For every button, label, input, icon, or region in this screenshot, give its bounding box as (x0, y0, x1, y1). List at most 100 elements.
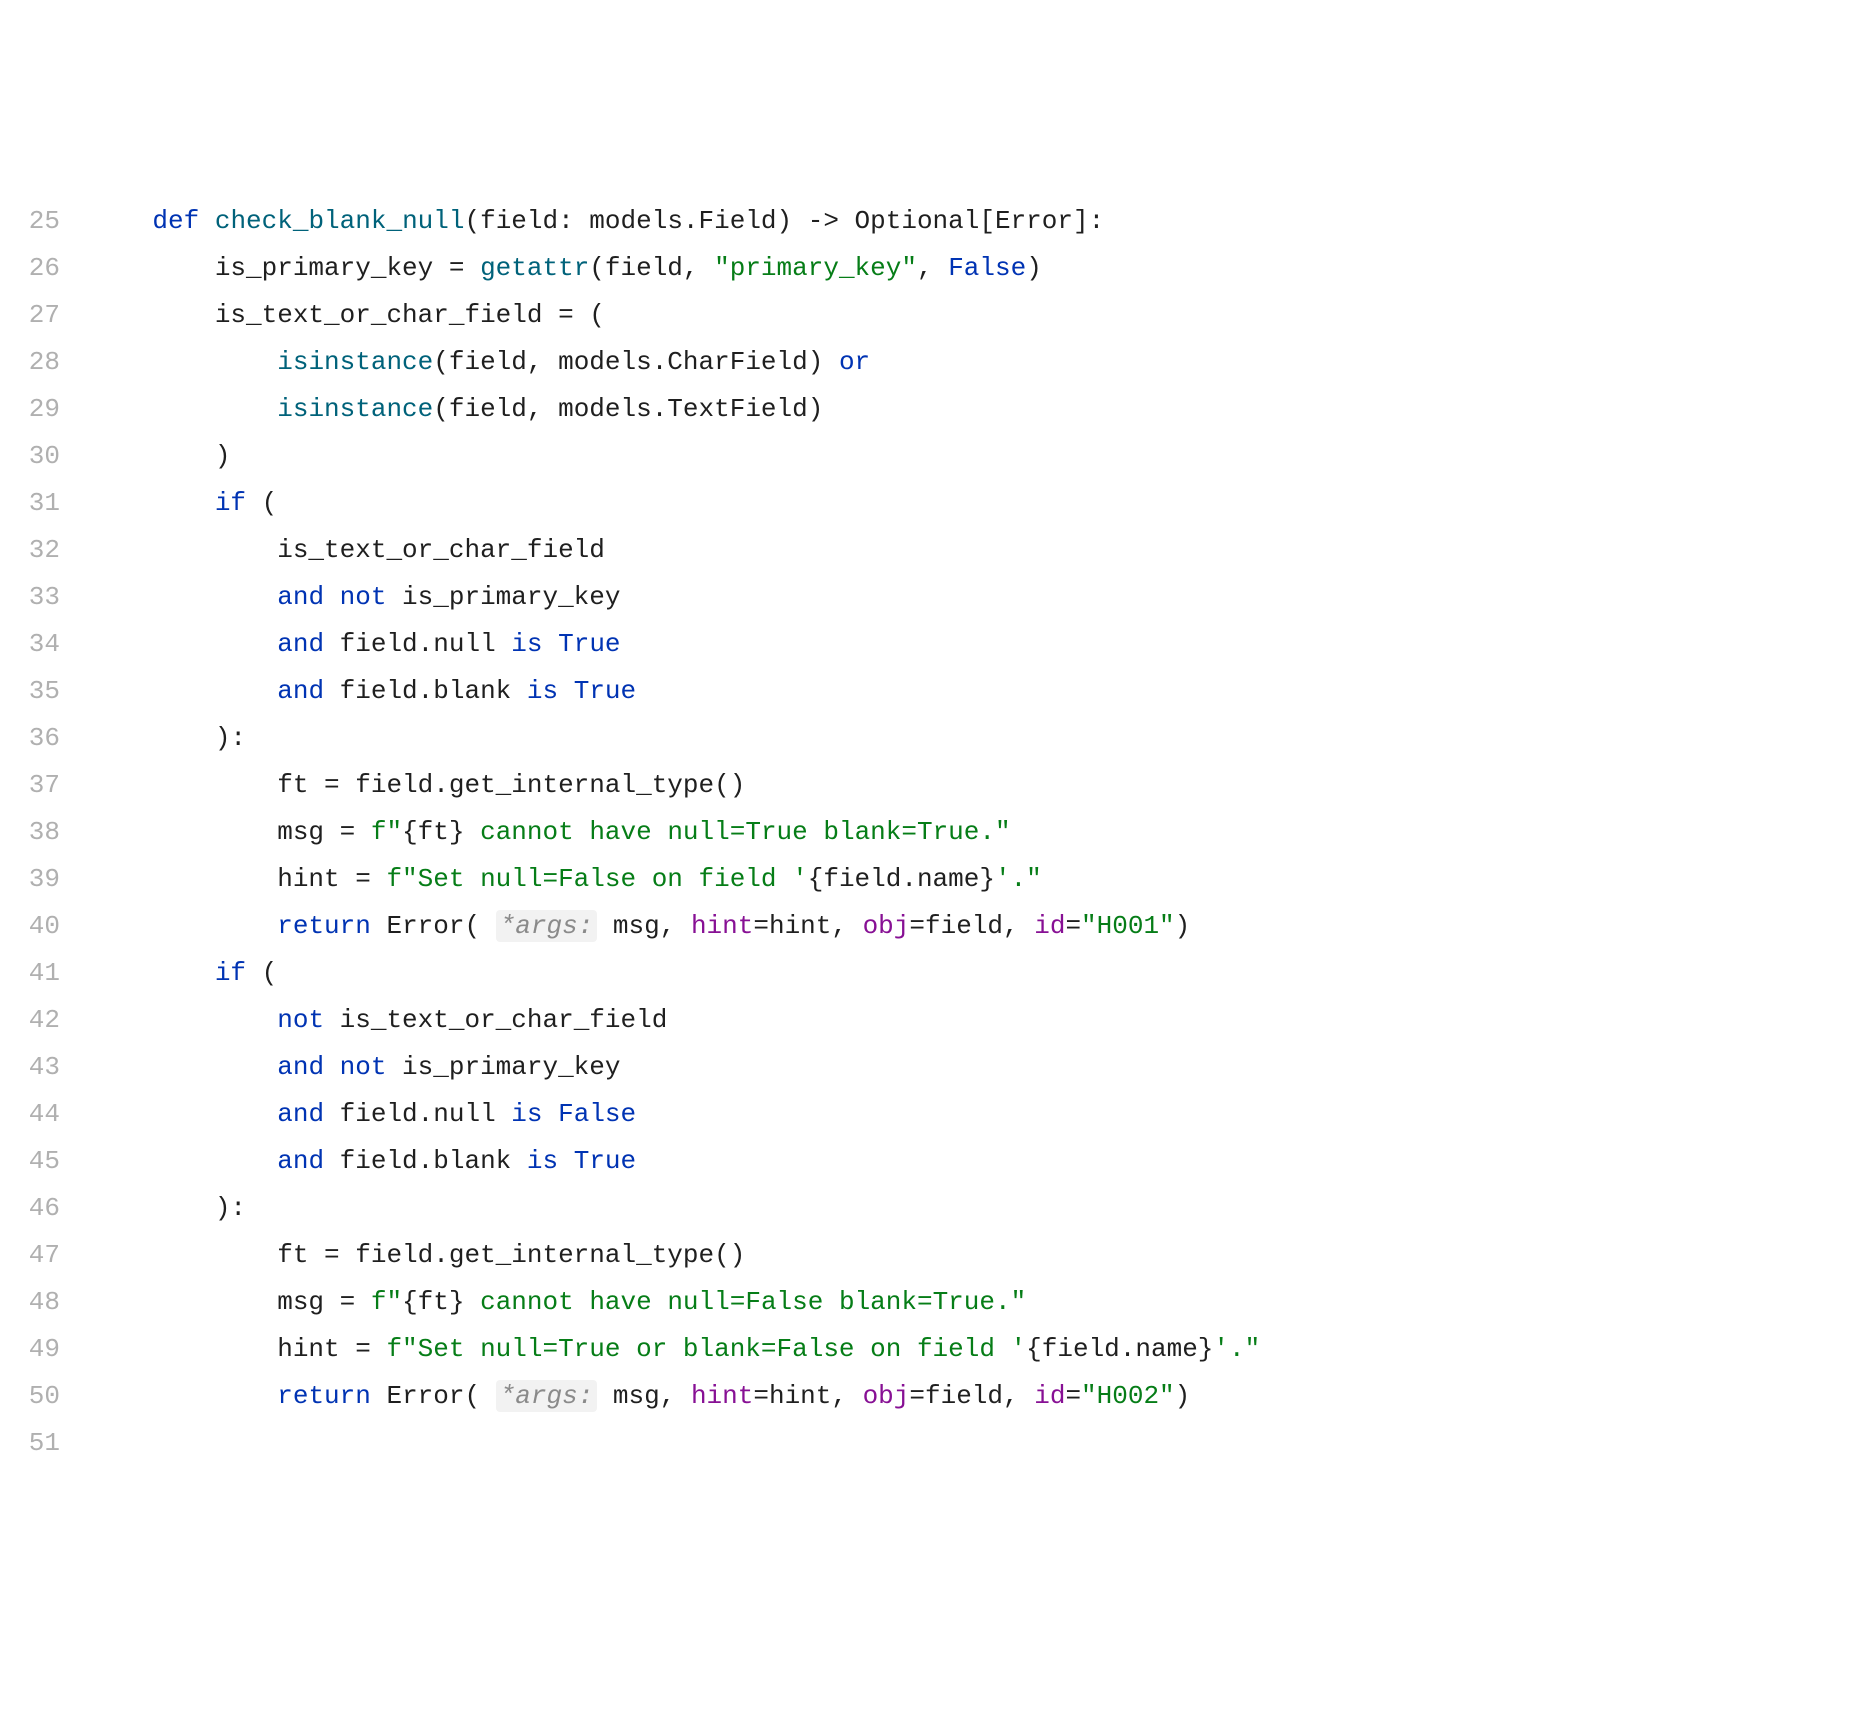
token-fn: isinstance (277, 347, 433, 377)
code-content[interactable]: if ( (90, 950, 1860, 997)
code-content[interactable]: ) (90, 433, 1860, 480)
code-line[interactable]: 33 and not is_primary_key (0, 574, 1860, 621)
code-line[interactable]: 42 not is_text_or_char_field (0, 997, 1860, 1044)
token-id (90, 206, 152, 236)
line-number: 36 (0, 715, 90, 762)
code-line[interactable]: 38 msg = f"{ft} cannot have null=True bl… (0, 809, 1860, 856)
code-line[interactable]: 29 isinstance(field, models.TextField) (0, 386, 1860, 433)
token-kw: is (511, 1099, 542, 1129)
code-content[interactable]: not is_text_or_char_field (90, 997, 1860, 1044)
token-id: ) (1175, 1381, 1191, 1411)
code-line[interactable]: 48 msg = f"{ft} cannot have null=False b… (0, 1279, 1860, 1326)
line-number: 39 (0, 856, 90, 903)
code-content[interactable]: ): (90, 715, 1860, 762)
code-content[interactable]: and not is_primary_key (90, 1044, 1860, 1091)
code-line[interactable]: 34 and field.null is True (0, 621, 1860, 668)
code-line[interactable]: 49 hint = f"Set null=True or blank=False… (0, 1326, 1860, 1373)
token-kw: and (277, 629, 324, 659)
token-kw: is (527, 676, 558, 706)
code-content[interactable]: and field.blank is True (90, 668, 1860, 715)
line-number: 28 (0, 339, 90, 386)
token-fn: check_blank_null (215, 206, 465, 236)
token-lit: False (558, 1099, 636, 1129)
code-line[interactable]: 50 return Error( *args: msg, hint=hint, … (0, 1373, 1860, 1420)
code-line[interactable]: 40 return Error( *args: msg, hint=hint, … (0, 903, 1860, 950)
code-content[interactable]: ft = field.get_internal_type() (90, 762, 1860, 809)
code-line[interactable]: 28 isinstance(field, models.CharField) o… (0, 339, 1860, 386)
token-id: = (1065, 911, 1081, 941)
line-number: 49 (0, 1326, 90, 1373)
code-content[interactable]: hint = f"Set null=False on field '{field… (90, 856, 1860, 903)
token-id: (field, models.CharField) (433, 347, 839, 377)
code-content[interactable]: return Error( *args: msg, hint=hint, obj… (90, 1373, 1860, 1420)
token-id: {ft} (402, 1287, 464, 1317)
code-line[interactable]: 41 if ( (0, 950, 1860, 997)
code-line[interactable]: 39 hint = f"Set null=False on field '{fi… (0, 856, 1860, 903)
code-content[interactable]: and not is_primary_key (90, 574, 1860, 621)
code-content[interactable]: msg = f"{ft} cannot have null=True blank… (90, 809, 1860, 856)
code-line[interactable]: 37 ft = field.get_internal_type() (0, 762, 1860, 809)
token-str: f"Set null=False on field ' (386, 864, 807, 894)
token-kw: return (277, 1381, 371, 1411)
code-content[interactable]: is_text_or_char_field = ( (90, 292, 1860, 339)
code-line[interactable]: 27 is_text_or_char_field = ( (0, 292, 1860, 339)
code-line[interactable]: 43 and not is_primary_key (0, 1044, 1860, 1091)
token-id: is_text_or_char_field (90, 535, 605, 565)
token-lit: True (574, 1146, 636, 1176)
code-content[interactable]: return Error( *args: msg, hint=hint, obj… (90, 903, 1860, 950)
token-kw: and not (277, 582, 386, 612)
line-number: 31 (0, 480, 90, 527)
token-id (558, 676, 574, 706)
token-id (543, 629, 559, 659)
code-line[interactable]: 26 is_primary_key = getattr(field, "prim… (0, 245, 1860, 292)
code-line[interactable]: 51 (0, 1420, 1860, 1467)
token-kw: and (277, 1099, 324, 1129)
code-line[interactable]: 44 and field.null is False (0, 1091, 1860, 1138)
token-id: hint = (90, 1334, 386, 1364)
token-id: (field: models.Field) -> Optional[Error]… (464, 206, 1104, 236)
code-content[interactable]: hint = f"Set null=True or blank=False on… (90, 1326, 1860, 1373)
code-content[interactable]: and field.null is False (90, 1091, 1860, 1138)
token-id (90, 347, 277, 377)
code-content[interactable]: msg = f"{ft} cannot have null=False blan… (90, 1279, 1860, 1326)
token-str: cannot have null=True blank=True." (465, 817, 1011, 847)
token-id (90, 582, 277, 612)
code-content[interactable]: isinstance(field, models.TextField) (90, 386, 1860, 433)
token-hint: *args: (496, 910, 598, 942)
line-number: 42 (0, 997, 90, 1044)
token-id (90, 394, 277, 424)
code-line[interactable]: 47 ft = field.get_internal_type() (0, 1232, 1860, 1279)
code-content[interactable]: and field.null is True (90, 621, 1860, 668)
code-line[interactable]: 30 ) (0, 433, 1860, 480)
code-content[interactable]: is_primary_key = getattr(field, "primary… (90, 245, 1860, 292)
token-id: Error( (371, 1381, 496, 1411)
token-id: =field, (909, 911, 1034, 941)
code-line[interactable]: 45 and field.blank is True (0, 1138, 1860, 1185)
token-id: =hint, (753, 911, 862, 941)
code-editor[interactable]: 25 def check_blank_null(field: models.Fi… (0, 198, 1860, 1467)
code-line[interactable]: 35 and field.blank is True (0, 668, 1860, 715)
code-content[interactable]: ft = field.get_internal_type() (90, 1232, 1860, 1279)
code-line[interactable]: 31 if ( (0, 480, 1860, 527)
code-line[interactable]: 32 is_text_or_char_field (0, 527, 1860, 574)
token-id: ) (90, 441, 230, 471)
token-id (90, 676, 277, 706)
token-id (90, 1381, 277, 1411)
token-id: {ft} (402, 817, 464, 847)
token-id: msg = (90, 1287, 371, 1317)
code-line[interactable]: 46 ): (0, 1185, 1860, 1232)
code-line[interactable]: 36 ): (0, 715, 1860, 762)
code-content[interactable]: is_text_or_char_field (90, 527, 1860, 574)
token-str: "H001" (1081, 911, 1175, 941)
token-attr: id (1034, 911, 1065, 941)
token-fn: getattr (480, 253, 589, 283)
token-id: ft = field.get_internal_type() (90, 1240, 745, 1270)
token-id: ): (90, 723, 246, 753)
code-content[interactable]: and field.blank is True (90, 1138, 1860, 1185)
code-content[interactable]: if ( (90, 480, 1860, 527)
code-content[interactable]: ): (90, 1185, 1860, 1232)
code-content[interactable]: def check_blank_null(field: models.Field… (90, 198, 1860, 245)
code-line[interactable]: 25 def check_blank_null(field: models.Fi… (0, 198, 1860, 245)
token-id: field.null (324, 1099, 511, 1129)
code-content[interactable]: isinstance(field, models.CharField) or (90, 339, 1860, 386)
